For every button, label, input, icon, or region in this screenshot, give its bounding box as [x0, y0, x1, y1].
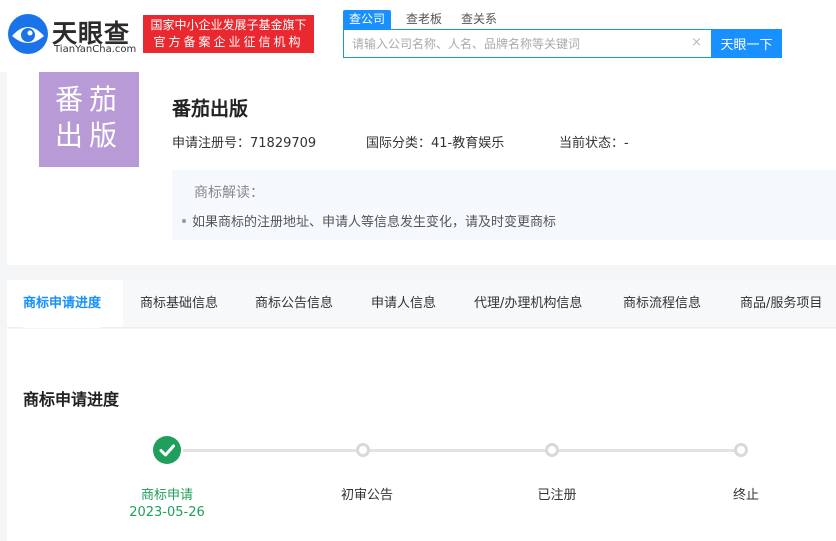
- interpretation-text: 如果商标的注册地址、申请人等信息发生变化，请及时变更商标: [192, 215, 557, 230]
- trademark-image-line-1: 番茄: [54, 83, 123, 116]
- trademark-name: 番茄出版: [172, 98, 249, 120]
- trademark-card: 番茄 出版 番茄出版 申请注册号：71829709 国际分类：41-教育娱乐 当…: [7, 72, 836, 265]
- tab-agency-info[interactable]: 代理/办理机构信息: [474, 280, 582, 328]
- interpretation-item: 如果商标的注册地址、申请人等信息发生变化，请及时变更商标: [182, 211, 556, 230]
- step-date-application: 2023-05-26: [129, 505, 205, 520]
- step-done-indicator: [153, 436, 181, 464]
- progress-track: [183, 449, 743, 452]
- tab-application-progress[interactable]: 商标申请进度: [23, 280, 102, 328]
- step-label-application: 商标申请: [140, 488, 194, 503]
- logo-eye-icon: [8, 14, 48, 54]
- progress-title: 商标申请进度: [23, 390, 120, 409]
- search-box: ×: [343, 29, 712, 58]
- logo[interactable]: 天眼查 TianYanCha.com: [6, 12, 137, 56]
- step-label-first-announcement: 初审公告: [340, 488, 394, 503]
- step-dot-terminated: [734, 443, 748, 457]
- trademark-image[interactable]: 番茄 出版: [39, 72, 139, 167]
- badge-line-1: 国家中小企业发展子基金旗下: [150, 18, 307, 32]
- tab-announcement-info[interactable]: 商标公告信息: [255, 280, 333, 328]
- check-icon: [159, 444, 175, 457]
- progress-section: 商标申请进度 商标申请 2023-05-26 初审公告 已注册 终止: [7, 329, 836, 541]
- tab-goods-services[interactable]: 商品/服务项目: [740, 280, 822, 328]
- search-button[interactable]: 天眼一下: [711, 29, 782, 58]
- detail-tabs: 商标申请进度 商标基础信息 商标公告信息 申请人信息 代理/办理机构信息 商标流…: [7, 280, 836, 328]
- logo-url: TianYanCha.com: [54, 44, 137, 55]
- badge-line-2: 官方备案企业征信机构: [153, 35, 304, 49]
- official-badge: 国家中小企业发展子基金旗下 官方备案企业征信机构: [143, 15, 314, 53]
- search-input[interactable]: [344, 30, 712, 57]
- tab-applicant-info[interactable]: 申请人信息: [371, 280, 436, 328]
- clear-icon[interactable]: ×: [691, 35, 702, 50]
- site-header: 天眼查 TianYanCha.com 国家中小企业发展子基金旗下 官方备案企业征…: [0, 0, 836, 72]
- trademark-image-line-2: 出版: [54, 119, 123, 152]
- current-status: 当前状态：-: [559, 136, 629, 151]
- search-tab-relation[interactable]: 查关系: [461, 10, 497, 29]
- step-dot-registered: [545, 443, 559, 457]
- step-dot-first-announcement: [356, 443, 370, 457]
- search-tab-boss[interactable]: 查老板: [406, 10, 442, 29]
- tab-basic-info[interactable]: 商标基础信息: [140, 280, 218, 328]
- registration-number: 申请注册号：71829709: [172, 136, 317, 151]
- trademark-interpretation: 商标解读： 如果商标的注册地址、申请人等信息发生变化，请及时变更商标: [172, 170, 836, 240]
- page: 天眼查 TianYanCha.com 国家中小企业发展子基金旗下 官方备案企业征…: [0, 0, 836, 541]
- tab-process-info[interactable]: 商标流程信息: [623, 280, 701, 328]
- bullet-icon: [182, 218, 186, 223]
- search-tab-company[interactable]: 查公司: [343, 10, 392, 29]
- international-class: 国际分类：41-教育娱乐: [366, 136, 505, 151]
- step-label-terminated: 终止: [732, 488, 760, 503]
- step-label-registered: 已注册: [537, 488, 577, 503]
- interpretation-title: 商标解读：: [194, 185, 264, 201]
